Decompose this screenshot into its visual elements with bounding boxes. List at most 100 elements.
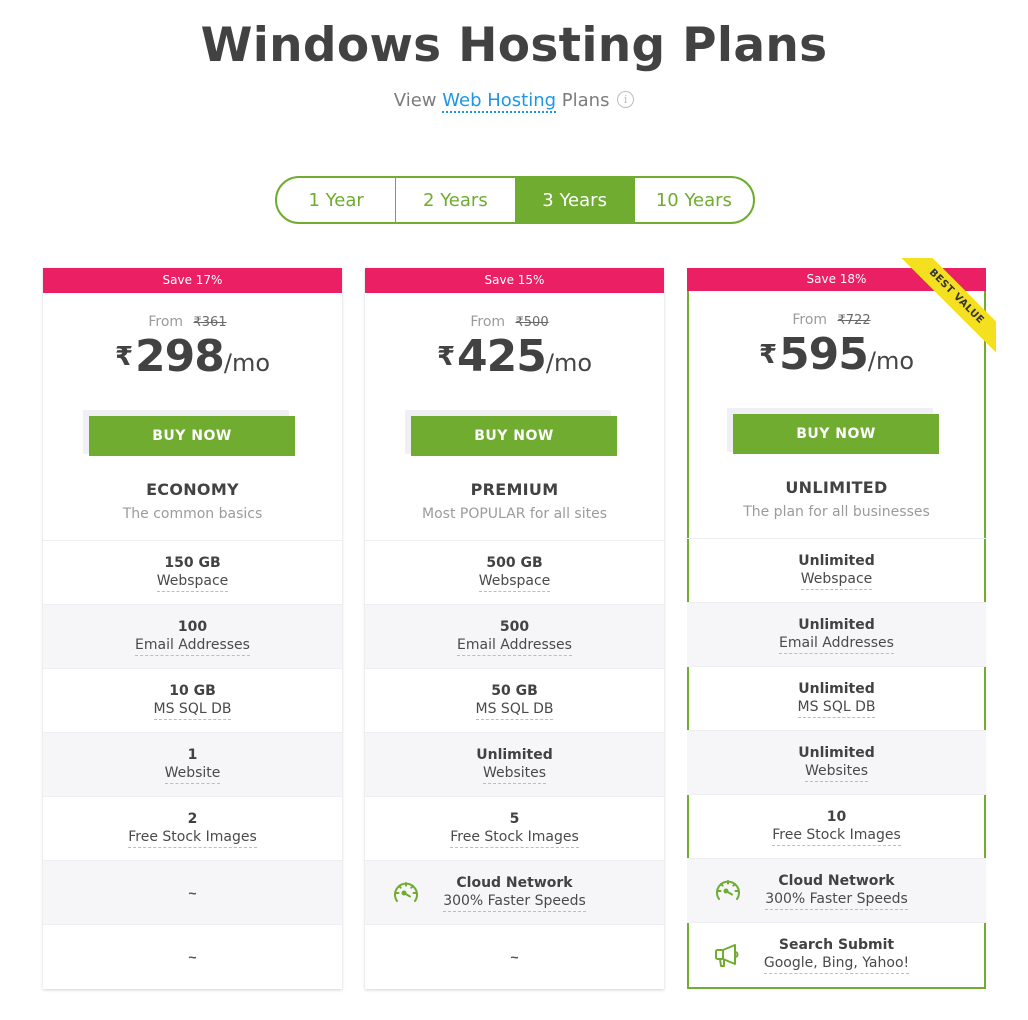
feature-label[interactable]: Email Addresses — [135, 636, 250, 656]
plan-header: From ₹361 ₹298/mo BUY NOW ECONOMY The co… — [43, 293, 342, 541]
from-label: From — [792, 312, 828, 328]
currency-symbol: ₹ — [436, 342, 456, 372]
currency-symbol: ₹ — [758, 340, 778, 370]
feature-label[interactable]: Google, Bing, Yahoo! — [763, 954, 910, 974]
feature-label[interactable]: MS SQL DB — [797, 698, 876, 718]
page-title: Windows Hosting Plans — [200, 18, 828, 73]
feature-label[interactable]: Webspace — [156, 572, 229, 592]
feature-row: Search Submit Google, Bing, Yahoo! — [687, 923, 986, 987]
price-amount: 595 — [779, 329, 869, 380]
feature-row: Unlimited Webspace — [687, 539, 986, 603]
tab-1-year[interactable]: 1 Year — [277, 178, 397, 222]
feature-value: 50 GB — [491, 682, 538, 699]
buy-now-button[interactable]: BUY NOW — [411, 416, 617, 456]
not-included-marker: ~ — [188, 884, 197, 901]
feature-row: 500 GB Webspace — [365, 541, 664, 605]
feature-row: 10 GB MS SQL DB — [43, 669, 342, 733]
feature-value: 1 — [187, 746, 198, 763]
feature-label[interactable]: Email Addresses — [779, 634, 894, 654]
price: ₹425/mo — [365, 331, 664, 382]
subtitle-prefix: View — [393, 90, 437, 111]
feature-value: 2 — [187, 810, 198, 827]
old-price: ₹361 — [193, 315, 227, 330]
feature-row: 1 Website — [43, 733, 342, 797]
not-included-marker: ~ — [188, 949, 197, 965]
feature-label[interactable]: Email Addresses — [457, 636, 572, 656]
tab-10-years[interactable]: 10 Years — [635, 178, 753, 222]
buy-button-backdrop: BUY NOW — [405, 410, 617, 456]
price-period: /mo — [867, 347, 915, 375]
from-label: From — [470, 314, 506, 330]
web-hosting-link[interactable]: Web Hosting — [442, 90, 557, 113]
feature-row: 500 Email Addresses — [365, 605, 664, 669]
feature-row: Unlimited MS SQL DB — [687, 667, 986, 731]
buy-button-backdrop: BUY NOW — [727, 408, 939, 454]
price-amount: 298 — [135, 331, 225, 382]
feature-label[interactable]: Website — [164, 764, 221, 784]
buy-now-button[interactable]: BUY NOW — [733, 414, 939, 454]
tab-2-years[interactable]: 2 Years — [396, 178, 516, 222]
feature-value: Unlimited — [798, 680, 875, 697]
feature-label[interactable]: Free Stock Images — [128, 828, 257, 848]
feature-label[interactable]: 300% Faster Speeds — [765, 890, 908, 910]
from-price: From ₹361 — [43, 314, 342, 330]
currency-symbol: ₹ — [114, 342, 134, 372]
price-period: /mo — [545, 349, 593, 377]
feature-row: Unlimited Email Addresses — [687, 603, 986, 667]
plan-card-unlimited: Save 18% From ₹722 ₹595/mo BUY NOW UNLIM… — [687, 258, 996, 989]
feature-row: 2 Free Stock Images — [43, 797, 342, 861]
feature-label[interactable]: Websites — [482, 764, 547, 784]
feature-row: 50 GB MS SQL DB — [365, 669, 664, 733]
plan-description: Most POPULAR for all sites — [422, 506, 607, 522]
plan-description: The common basics — [122, 506, 263, 522]
feature-label[interactable]: Webspace — [800, 570, 873, 590]
feature-value: Unlimited — [798, 744, 875, 761]
feature-row: 5 Free Stock Images — [365, 797, 664, 861]
tab-3-years[interactable]: 3 Years — [515, 178, 635, 222]
price-amount: 425 — [457, 331, 547, 382]
plan-name: UNLIMITED — [785, 478, 888, 497]
info-icon[interactable]: i — [617, 91, 635, 108]
buy-button-backdrop: BUY NOW — [83, 410, 295, 456]
buy-now-button[interactable]: BUY NOW — [89, 416, 295, 456]
old-price: ₹500 — [515, 315, 549, 330]
plan-card-premium: Save 15% From ₹500 ₹425/mo BUY NOW PREMI… — [365, 268, 664, 989]
feature-row: Cloud Network 300% Faster Speeds — [687, 859, 986, 923]
feature-row: 150 GB Webspace — [43, 541, 342, 605]
feature-row: ~ — [365, 925, 664, 989]
feature-row: Unlimited Websites — [687, 731, 986, 795]
feature-row: ~ — [43, 861, 342, 925]
feature-label[interactable]: Free Stock Images — [772, 826, 901, 846]
save-badge: Save 15% — [365, 268, 664, 293]
feature-value: 150 GB — [164, 554, 221, 571]
feature-label[interactable]: Webspace — [478, 572, 551, 592]
feature-label[interactable]: MS SQL DB — [153, 700, 232, 720]
from-price: From ₹500 — [365, 314, 664, 330]
feature-row: 100 Email Addresses — [43, 605, 342, 669]
feature-label[interactable]: Websites — [804, 762, 869, 782]
feature-value: Cloud Network — [456, 874, 573, 891]
feature-value: 500 GB — [486, 554, 543, 571]
feature-value: Search Submit — [778, 937, 895, 953]
feature-value: 5 — [509, 810, 520, 827]
speedometer-icon — [713, 876, 743, 906]
feature-value: Unlimited — [798, 552, 875, 569]
speedometer-icon — [391, 878, 421, 908]
feature-value: 10 — [826, 808, 847, 825]
old-price: ₹722 — [837, 313, 871, 328]
plan-header: From ₹722 ₹595/mo BUY NOW UNLIMITED The … — [687, 291, 986, 539]
feature-list: 150 GB Webspace 100 Email Addresses 10 GB MS … — [43, 541, 342, 989]
price: ₹298/mo — [43, 331, 342, 382]
feature-label[interactable]: MS SQL DB — [475, 700, 554, 720]
feature-label[interactable]: 300% Faster Speeds — [443, 892, 586, 912]
tenure-selector: 1 Year 2 Years 3 Years 10 Years — [275, 176, 755, 224]
feature-label[interactable]: Free Stock Images — [450, 828, 579, 848]
feature-value: 500 — [499, 618, 530, 635]
feature-value: Unlimited — [798, 616, 875, 633]
feature-row: 10 Free Stock Images — [687, 795, 986, 859]
feature-row: ~ — [43, 925, 342, 989]
from-price: From ₹722 — [687, 312, 986, 328]
feature-list: Unlimited Webspace Unlimited Email Addresse… — [687, 539, 986, 987]
plan-card-economy: Save 17% From ₹361 ₹298/mo BUY NOW ECONO… — [43, 268, 342, 989]
feature-value: Cloud Network — [778, 872, 895, 889]
